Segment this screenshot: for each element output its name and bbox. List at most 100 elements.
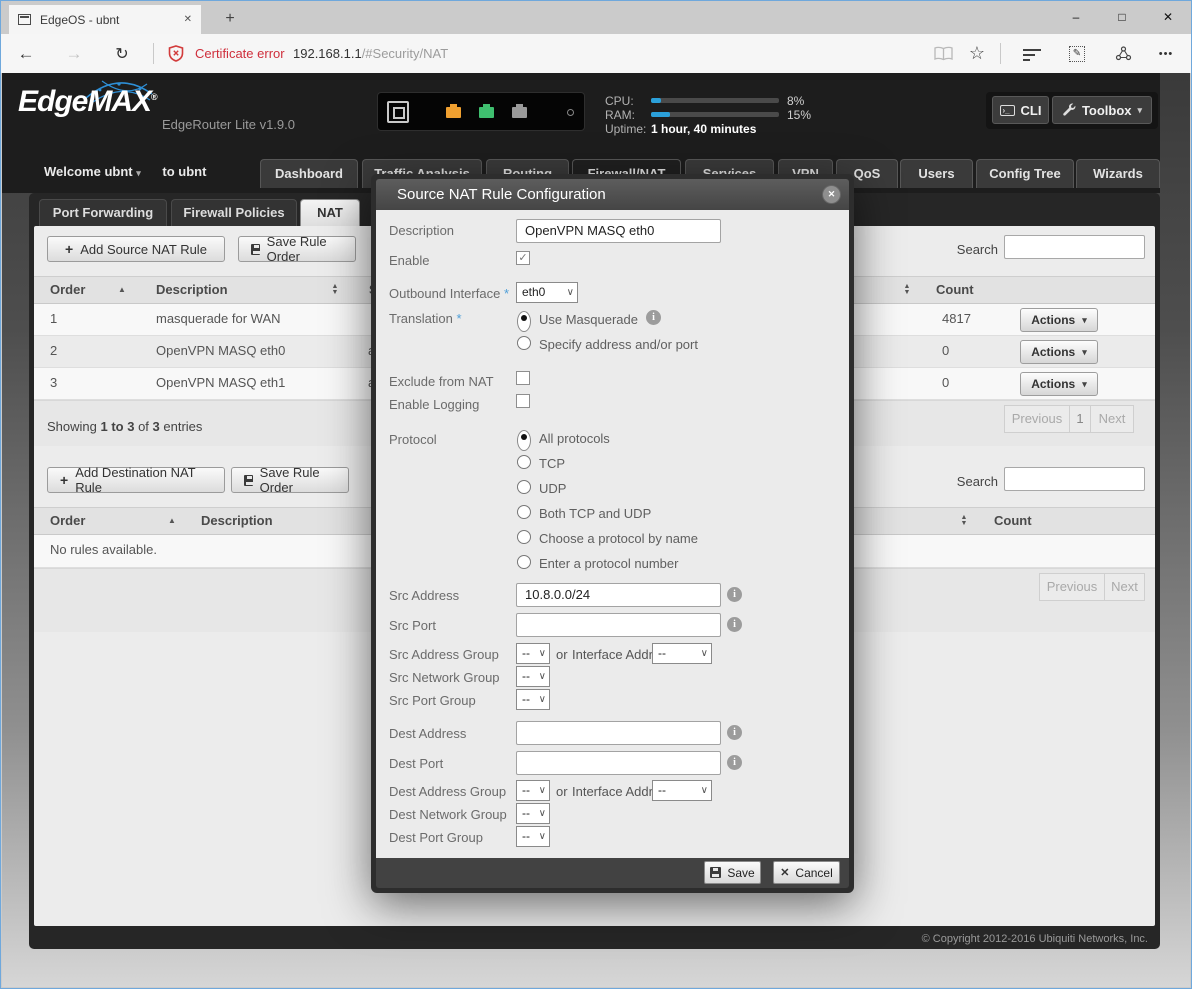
enable-logging-checkbox[interactable] (516, 394, 530, 408)
src-interface-addr-select[interactable]: --∨ (652, 643, 712, 664)
save-rule-order-button-2[interactable]: Save Rule Order (231, 467, 349, 493)
translation-label: Translation * (389, 311, 462, 326)
dest-network-group-select[interactable]: --∨ (516, 803, 550, 824)
info-icon[interactable]: i (727, 725, 742, 740)
protocol-number-label[interactable]: Enter a protocol number (539, 556, 678, 571)
dest-nat-search-input[interactable] (1004, 467, 1145, 491)
info-icon[interactable]: i (727, 617, 742, 632)
previous-page-button[interactable]: Previous (1004, 405, 1070, 433)
toolbox-button[interactable]: Toolbox ▾ (1052, 96, 1152, 124)
url-path: /#Security/NAT (362, 46, 448, 61)
protocol-by-name-label[interactable]: Choose a protocol by name (539, 531, 698, 546)
tab-close-icon[interactable]: ✕ (178, 14, 192, 25)
protocol-both-label[interactable]: Both TCP and UDP (539, 506, 651, 521)
browser-tab[interactable]: EdgeOS - ubnt ✕ (9, 5, 201, 34)
protocol-tcp-label[interactable]: TCP (539, 456, 565, 471)
chevron-down-icon: ▾ (1138, 105, 1143, 116)
column-order[interactable]: Order (50, 277, 85, 303)
more-menu-icon[interactable]: ••• (1149, 34, 1183, 73)
specify-address-label[interactable]: Specify address and/or port (539, 337, 698, 352)
src-network-group-select[interactable]: --∨ (516, 666, 550, 687)
actions-button[interactable]: Actions ▾ (1020, 340, 1098, 364)
modal-close-icon[interactable]: ✕ (823, 186, 840, 203)
dest-interface-addr-select[interactable]: --∨ (652, 780, 712, 801)
sort-both-icon: ▲▼ (330, 284, 340, 296)
cancel-button[interactable]: ✕ Cancel (773, 861, 840, 884)
use-masquerade-radio[interactable] (517, 311, 531, 332)
column-count[interactable]: Count (936, 277, 974, 303)
src-port-input[interactable] (516, 613, 721, 637)
favorites-star-icon[interactable]: ☆ (964, 34, 990, 73)
tab-title: EdgeOS - ubnt (40, 13, 178, 27)
nav-tab-users[interactable]: Users (900, 159, 973, 188)
info-icon[interactable]: i (727, 587, 742, 602)
info-icon[interactable]: i (727, 755, 742, 770)
add-source-nat-rule-button[interactable]: + Add Source NAT Rule (47, 236, 225, 262)
save-rule-order-button[interactable]: Save Rule Order (238, 236, 356, 262)
protocol-both-radio[interactable] (517, 505, 531, 519)
copyright-notice: © Copyright 2012-2016 Ubiquiti Networks,… (922, 933, 1148, 945)
protocol-number-radio[interactable] (517, 555, 531, 569)
window-minimize-button[interactable]: – (1053, 1, 1099, 33)
actions-button[interactable]: Actions ▾ (1020, 372, 1098, 396)
subtab-firewall-policies[interactable]: Firewall Policies (171, 199, 297, 226)
use-masquerade-label[interactable]: Use Masquerade (539, 312, 638, 327)
next-page-button-2[interactable]: Next (1104, 573, 1145, 601)
cli-button[interactable]: ›_ CLI (992, 96, 1049, 124)
column-order[interactable]: Order (50, 508, 85, 534)
column-description[interactable]: Description (156, 277, 228, 303)
src-address-group-select[interactable]: --∨ (516, 643, 550, 664)
certificate-shield-icon[interactable] (165, 34, 187, 73)
nav-tab-wizards[interactable]: Wizards (1076, 159, 1160, 188)
protocol-tcp-radio[interactable] (517, 455, 531, 469)
enable-checkbox[interactable]: ✓ (516, 251, 530, 265)
share-icon[interactable] (1111, 34, 1135, 73)
new-tab-button[interactable]: + (213, 5, 247, 34)
next-page-button[interactable]: Next (1090, 405, 1134, 433)
column-count[interactable]: Count (994, 508, 1032, 534)
dest-port-group-select[interactable]: --∨ (516, 826, 550, 847)
protocol-all-label[interactable]: All protocols (539, 431, 610, 446)
protocol-all-radio[interactable] (517, 430, 531, 451)
page-number-button[interactable]: 1 (1069, 405, 1091, 433)
dest-address-group-select[interactable]: --∨ (516, 780, 550, 801)
addressbar-divider (153, 43, 154, 64)
app-header: EdgeMAX® EdgeRouter Lite v1.9.0 CPU: 8% … (2, 73, 1160, 151)
source-nat-search-input[interactable] (1004, 235, 1145, 259)
protocol-by-name-radio[interactable] (517, 530, 531, 544)
web-note-icon[interactable]: ✎ (1065, 34, 1089, 73)
plus-icon: + (65, 241, 73, 257)
reading-view-icon[interactable] (931, 34, 955, 73)
subtab-port-forwarding[interactable]: Port Forwarding (39, 199, 167, 226)
src-port-group-select[interactable]: --∨ (516, 689, 550, 710)
outbound-interface-select[interactable]: eth0∨ (516, 282, 578, 303)
protocol-udp-label[interactable]: UDP (539, 481, 566, 496)
url-field[interactable]: 192.168.1.1/#Security/NAT (293, 34, 448, 73)
description-input[interactable]: OpenVPN MASQ eth0 (516, 219, 721, 243)
back-icon[interactable]: ← (9, 34, 43, 73)
save-button[interactable]: Save (704, 861, 761, 884)
refresh-icon[interactable]: ↻ (105, 34, 139, 73)
chevron-down-icon: ∨ (539, 827, 546, 846)
port-eth1-icon (479, 107, 494, 118)
exclude-from-nat-checkbox[interactable] (516, 371, 530, 385)
dest-port-input[interactable] (516, 751, 721, 775)
dest-address-input[interactable] (516, 721, 721, 745)
column-description[interactable]: Description (201, 508, 273, 534)
window-close-button[interactable]: ✕ (1145, 1, 1191, 33)
window-maximize-button[interactable]: □ (1099, 1, 1145, 33)
add-destination-nat-rule-button[interactable]: + Add Destination NAT Rule (47, 467, 225, 493)
sort-asc-icon: ▲ (118, 277, 126, 303)
certificate-error-label[interactable]: Certificate error (195, 34, 285, 73)
specify-address-radio[interactable] (517, 336, 531, 350)
src-address-input[interactable]: 10.8.0.0/24 (516, 583, 721, 607)
info-icon[interactable]: i (646, 310, 661, 325)
nav-tab-dashboard[interactable]: Dashboard (260, 159, 358, 188)
subtab-nat[interactable]: NAT (300, 199, 360, 226)
nav-tab-config-tree[interactable]: Config Tree (976, 159, 1074, 188)
welcome-menu[interactable]: Welcome ubnt ▾ to ubnt (44, 164, 206, 179)
actions-button[interactable]: Actions ▾ (1020, 308, 1098, 332)
protocol-udp-radio[interactable] (517, 480, 531, 494)
hub-icon[interactable] (1023, 34, 1043, 73)
previous-page-button-2[interactable]: Previous (1039, 573, 1105, 601)
